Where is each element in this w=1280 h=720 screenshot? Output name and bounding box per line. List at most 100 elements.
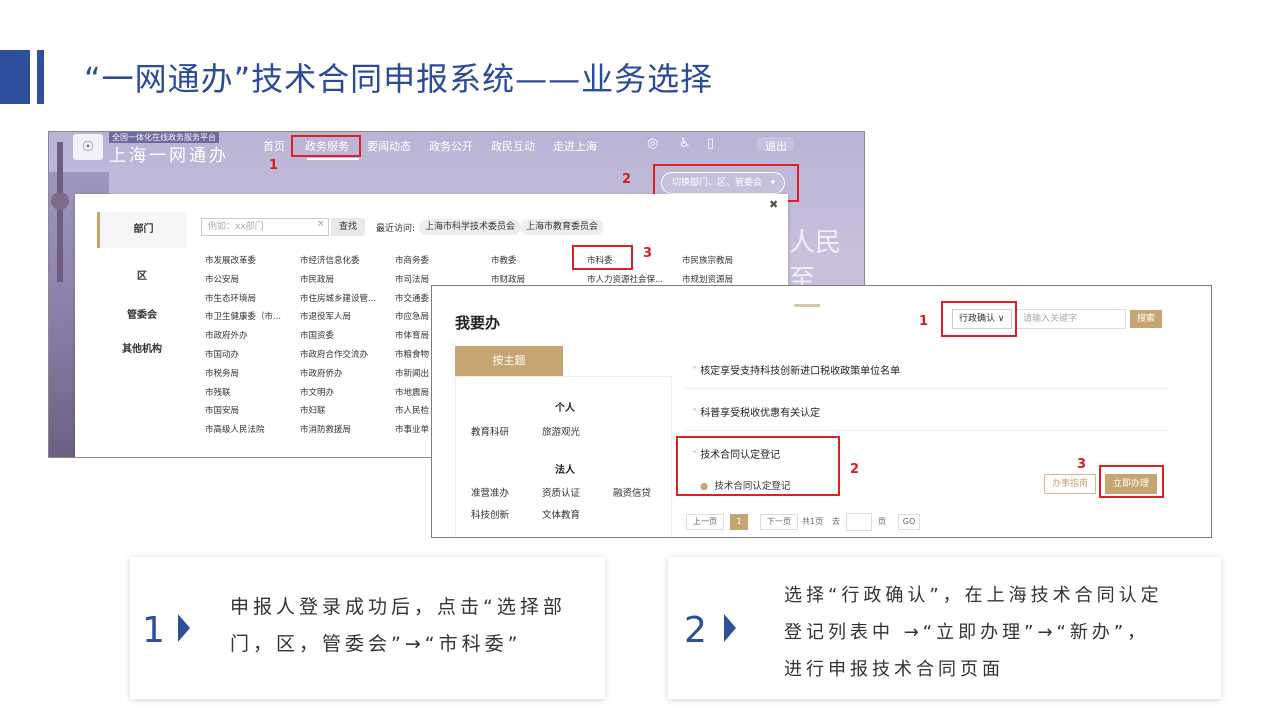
dept-item[interactable]: 市国安局 [205, 404, 239, 416]
dept-item[interactable]: 市公安局 [205, 273, 239, 285]
step-mark-1: 1 [269, 158, 279, 173]
step-number-2: 2 [684, 610, 707, 651]
dept-item[interactable]: 市税务局 [205, 367, 239, 379]
step-mark-2: 2 [622, 172, 632, 187]
next-page-button[interactable]: 下一页 [760, 514, 798, 530]
mobile-icon[interactable]: ▯ [707, 136, 714, 151]
dept-item[interactable]: 市政府侨办 [300, 367, 343, 379]
dept-search-button[interactable]: 查找 [331, 218, 365, 236]
dept-item[interactable]: 市妇联 [300, 404, 326, 416]
portal-logo-icon[interactable]: ☉ [73, 134, 103, 160]
dept-item[interactable]: 市退役军人局 [300, 310, 351, 322]
divider [684, 388, 1168, 389]
tab-department[interactable]: 部门 [97, 212, 187, 248]
logout-link[interactable]: 退出 [765, 138, 787, 154]
dept-item[interactable]: 市司法局 [395, 273, 429, 285]
dept-item[interactable]: 市教委 [491, 254, 517, 266]
dept-item[interactable]: 市规划资源局 [682, 273, 733, 285]
dept-item[interactable]: 市粮食物 [395, 348, 429, 360]
group-personal: 个人 [555, 403, 575, 414]
nav-home[interactable]: 首页 [263, 138, 285, 154]
chevron-down-icon: ˅ [692, 408, 701, 419]
dept-item[interactable]: 市地震局 [395, 386, 429, 398]
close-icon[interactable]: ✖ [769, 198, 778, 211]
dept-item[interactable]: 市残联 [205, 386, 231, 398]
guide-button[interactable]: 办事指南 [1044, 474, 1096, 494]
dept-item[interactable]: 市卫生健康委（市... [205, 310, 281, 322]
dept-item[interactable]: 市住房城乡建设管... [300, 292, 376, 304]
topic-tourism[interactable]: 旅游观光 [542, 424, 580, 438]
goto-label: 去 [832, 517, 840, 526]
dept-item[interactable]: 市交通委 [395, 292, 429, 304]
tab-district[interactable]: 区 [97, 262, 187, 292]
dept-item[interactable]: 市民族宗教局 [682, 254, 733, 266]
nav-news[interactable]: 要闻动态 [367, 138, 411, 154]
step-card-1: 1 申报人登录成功后，点击“选择部 门，区，管委会”→“市科委” [130, 557, 605, 699]
dept-item[interactable]: 市发展改革委 [205, 254, 256, 266]
tab-by-topic[interactable]: 按主题 [455, 346, 563, 376]
decoration-strip [794, 304, 820, 307]
step-card-1-line-2: 门，区，管委会”→“市科委” [230, 633, 522, 655]
nav-active-indicator [307, 158, 359, 160]
recent-chip-sci[interactable]: 上海市科学技术委员会 [419, 219, 522, 235]
nav-gov-open[interactable]: 政务公开 [429, 138, 473, 154]
apply-screenshot: 我要办 按主题 个人 教育科研 旅游观光 法人 准营准办 资质认证 融资信贷 科… [431, 285, 1212, 538]
dept-item[interactable]: 市应急局 [395, 310, 429, 322]
page-label: 页 [878, 517, 886, 526]
accessibility-icon[interactable]: ♿ [679, 136, 691, 151]
globe-icon[interactable]: ◎ [647, 136, 658, 151]
step-mark-3: 3 [643, 246, 653, 261]
dept-item[interactable]: 市财政局 [491, 273, 525, 285]
title-accent-bar [0, 50, 30, 104]
group-legal: 法人 [555, 465, 575, 476]
keyword-input[interactable]: 请输入关键字 [1016, 309, 1126, 329]
tab-committee[interactable]: 管委会 [97, 301, 187, 331]
dept-item[interactable]: 市民政局 [300, 273, 334, 285]
dept-item[interactable]: 市人民检 [395, 404, 429, 416]
dept-item[interactable]: 市新闻出 [395, 367, 429, 379]
total-pages: 共1页 [802, 517, 824, 526]
highlight-box-service [676, 436, 840, 496]
prev-page-button[interactable]: 上一页 [686, 514, 724, 530]
topic-tech-innovation[interactable]: 科技创新 [471, 507, 509, 521]
step-card-1-line-1: 申报人登录成功后，点击“选择部 [230, 596, 566, 618]
dept-item[interactable]: 市经济信息化委 [300, 254, 360, 266]
chevron-down-icon: ˅ [692, 366, 701, 377]
service-item-2[interactable]: ˅ 科普享受税收优惠有关认定 [692, 404, 820, 419]
topic-edu-research[interactable]: 教育科研 [471, 424, 509, 438]
nav-shanghai[interactable]: 走进上海 [553, 138, 597, 154]
step-card-2-line-2: 登记列表中 →“立即办理”→“新办”， [784, 622, 1150, 643]
search-button[interactable]: 搜索 [1130, 310, 1162, 328]
clear-icon[interactable]: × [317, 219, 325, 229]
dept-item[interactable]: 市事业单 [395, 423, 429, 435]
dept-item[interactable]: 市商务委 [395, 254, 429, 266]
tower-sphere [51, 192, 69, 210]
dept-item[interactable]: 市高级人民法院 [205, 423, 265, 435]
recent-chip-edu[interactable]: 上海市教育委员会 [520, 219, 605, 235]
page-number-input[interactable] [846, 513, 872, 531]
dept-item[interactable]: 市政府合作交流办 [300, 348, 368, 360]
go-button[interactable]: GO [898, 514, 920, 530]
title-accent-bar-thin [37, 50, 44, 104]
topic-permit[interactable]: 准营准办 [471, 485, 509, 499]
portal-logo-title[interactable]: 上海一网通办 [109, 141, 229, 166]
page-1-button[interactable]: 1 [730, 514, 748, 530]
dept-item[interactable]: 市国动办 [205, 348, 239, 360]
dept-item[interactable]: 市生态环境局 [205, 292, 256, 304]
slide-title: “一网通办”技术合同申报系统——业务选择 [84, 60, 714, 98]
dept-item[interactable]: 市消防救援局 [300, 423, 351, 435]
dept-item[interactable]: 市国资委 [300, 329, 334, 341]
dept-search-input[interactable]: 例如：xx部门 [201, 218, 329, 236]
topic-culture[interactable]: 文体教育 [542, 507, 580, 521]
nav-interaction[interactable]: 政民互动 [491, 138, 535, 154]
topic-qualification[interactable]: 资质认证 [542, 485, 580, 499]
dept-item[interactable]: 市文明办 [300, 386, 334, 398]
step-card-2: 2 选择“行政确认”，在上海技术合同认定 登记列表中 →“立即办理”→“新办”，… [668, 557, 1221, 699]
topic-finance[interactable]: 融资信贷 [613, 485, 651, 499]
tower-image [57, 142, 63, 282]
service-item-1[interactable]: ˅ 核定享受支持科技创新进口税收政策单位名单 [692, 362, 900, 377]
dept-item[interactable]: 市政府外办 [205, 329, 248, 341]
tab-other[interactable]: 其他机构 [97, 335, 187, 365]
dept-item[interactable]: 市人力资源社会保... [587, 273, 663, 285]
dept-item[interactable]: 市体育局 [395, 329, 429, 341]
